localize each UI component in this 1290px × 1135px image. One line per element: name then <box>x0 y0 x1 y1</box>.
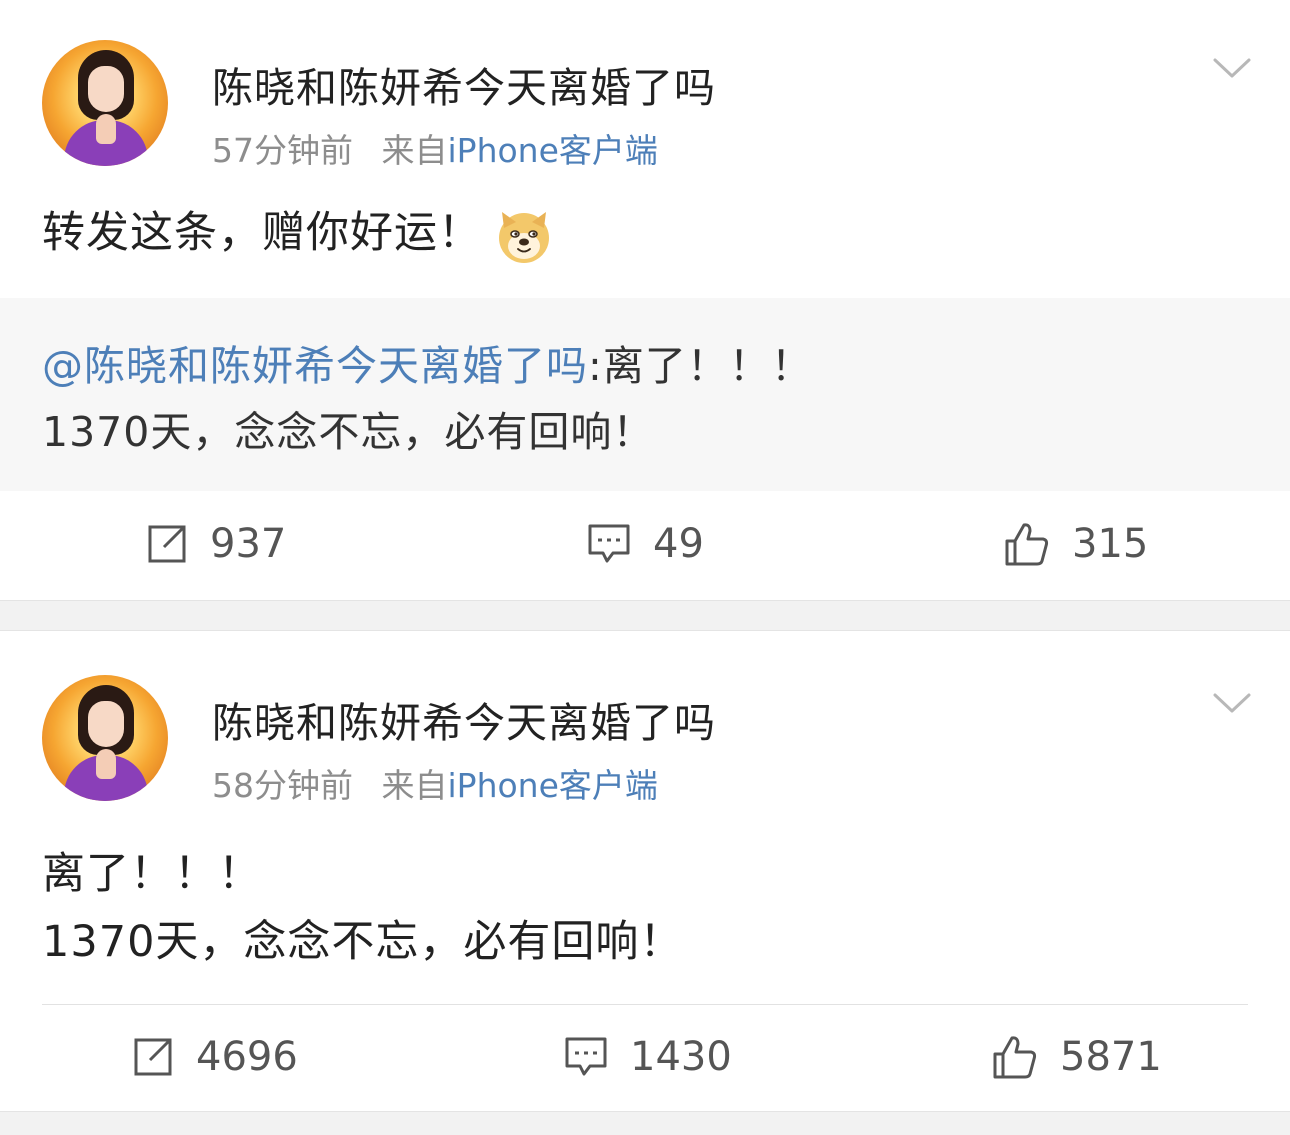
chevron-down-icon[interactable] <box>1212 691 1252 715</box>
repost-button[interactable]: 4696 <box>132 1007 298 1107</box>
weibo-post-1[interactable]: 陈晓和陈妍希今天离婚了吗 57分钟前 来自iPhone客户端 转发这条，赠你好运… <box>0 0 1290 600</box>
repost-count: 937 <box>210 521 287 567</box>
comment-button[interactable]: 49 <box>587 494 704 594</box>
like-button[interactable]: 5871 <box>992 1007 1162 1107</box>
action-bar: 937 49 315 <box>0 494 1290 594</box>
thumbs-up-icon <box>1005 523 1049 566</box>
comment-count: 49 <box>653 521 704 567</box>
post-text: 转发这条，赠你好运！ <box>42 198 552 264</box>
avatar[interactable] <box>42 675 168 801</box>
thumbs-up-icon <box>993 1036 1037 1079</box>
divider <box>42 1004 1248 1005</box>
weibo-post-2[interactable]: 陈晓和陈妍希今天离婚了吗 58分钟前 来自iPhone客户端 离了！！！ 137… <box>0 631 1290 1111</box>
doge-emoji-icon <box>499 211 549 263</box>
comment-icon <box>588 524 630 563</box>
source-link[interactable]: iPhone客户端 <box>448 131 658 170</box>
feed-separator <box>0 600 1290 631</box>
from-label: 来自 <box>381 766 448 805</box>
chevron-down-icon[interactable] <box>1212 56 1252 80</box>
post-meta: 58分钟前 来自iPhone客户端 <box>212 759 658 807</box>
quoted-post[interactable]: @陈晓和陈妍希今天离婚了吗:离了！！！ 1370天，念念不忘，必有回响！ <box>0 298 1290 491</box>
username[interactable]: 陈晓和陈妍希今天离婚了吗 <box>212 54 716 114</box>
repost-icon <box>148 525 186 563</box>
post-text-content: 转发这条，赠你好运！ <box>42 208 482 258</box>
feed-separator <box>0 1111 1290 1135</box>
post-time: 57分钟前 <box>212 131 353 170</box>
post-time: 58分钟前 <box>212 766 353 805</box>
quoted-line-1: @陈晓和陈妍希今天离婚了吗:离了！！！ <box>42 332 813 392</box>
like-button[interactable]: 315 <box>1004 494 1148 594</box>
repost-count: 4696 <box>196 1034 298 1080</box>
action-bar: 4696 1430 5871 <box>0 1007 1290 1107</box>
like-count: 5871 <box>1060 1034 1162 1080</box>
repost-icon <box>134 1038 172 1076</box>
repost-button[interactable]: 937 <box>146 494 286 594</box>
quoted-text-1: :离了！！！ <box>588 342 813 390</box>
post-meta: 57分钟前 来自iPhone客户端 <box>212 124 658 172</box>
like-count: 315 <box>1072 521 1149 567</box>
mention-link[interactable]: @陈晓和陈妍希今天离婚了吗 <box>42 342 588 390</box>
comment-count: 1430 <box>630 1034 732 1080</box>
quoted-line-2: 1370天，念念不忘，必有回响！ <box>42 408 655 456</box>
username[interactable]: 陈晓和陈妍希今天离婚了吗 <box>212 689 716 749</box>
post-text-line-2: 1370天，念念不忘，必有回响！ <box>42 917 684 967</box>
comment-button[interactable]: 1430 <box>564 1007 732 1107</box>
from-label: 来自 <box>381 131 448 170</box>
comment-icon <box>565 1037 607 1076</box>
post-text-line-1: 离了！！！ <box>42 849 262 899</box>
avatar[interactable] <box>42 40 168 166</box>
source-link[interactable]: iPhone客户端 <box>448 766 658 805</box>
